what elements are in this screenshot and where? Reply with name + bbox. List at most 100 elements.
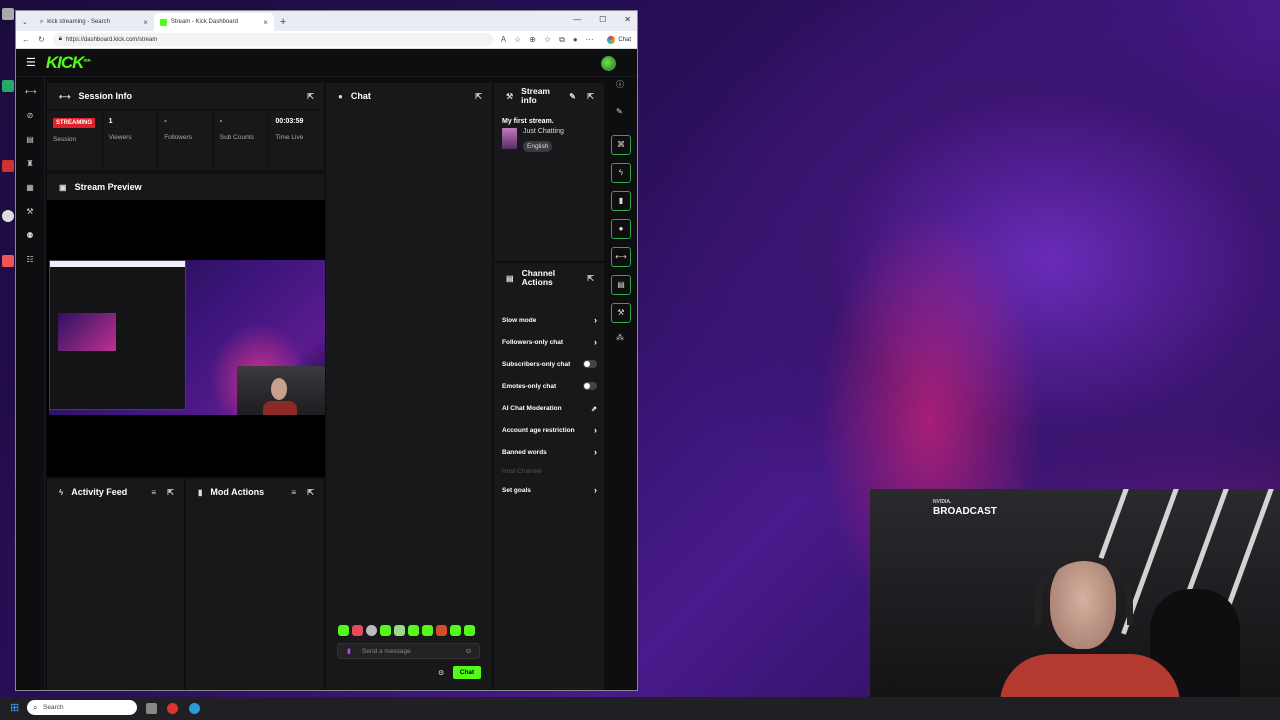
popout-icon[interactable]: ⇱ (587, 92, 594, 101)
external-link-icon: ⇗ (591, 406, 597, 413)
rail-button-shield[interactable]: ▮ (611, 191, 631, 211)
task-view-icon[interactable] (146, 703, 157, 714)
action-banned-words[interactable]: Banned words › (502, 447, 597, 457)
app-icon[interactable] (167, 703, 178, 714)
tools-nav-icon[interactable]: ⚒ (25, 207, 35, 217)
preview-webcam (237, 366, 325, 415)
desktop-icon[interactable] (2, 80, 14, 92)
emote[interactable] (352, 625, 363, 636)
desktop-icon-obs[interactable] (2, 210, 14, 222)
kick-dashboard: ☰ KICKBETA ⟷ ⊘ ▤ ♜ ▦ ⚒ ⚉ ☷ ⟷ Session Inf… (16, 49, 637, 690)
clips-nav-icon[interactable]: ▦ (25, 183, 35, 193)
emote[interactable] (436, 625, 447, 636)
read-aloud-icon[interactable]: A (501, 35, 506, 44)
mic-icon[interactable]: ▮ (347, 647, 351, 655)
community-nav-icon[interactable]: ⚉ (25, 231, 35, 241)
chat-input[interactable]: ▮ Send a message ☺ (337, 643, 480, 659)
maximize-button[interactable]: ☐ (599, 15, 606, 24)
trophy-nav-icon[interactable]: ♜ (25, 159, 35, 169)
action-account-age[interactable]: Account age restriction › (502, 425, 597, 435)
popout-icon[interactable]: ⇱ (167, 488, 174, 497)
action-set-goals[interactable]: Set goals › (502, 485, 597, 495)
avatar[interactable] (601, 56, 616, 71)
panel-header: ϟ Activity Feed ≡ ⇱ (47, 479, 184, 505)
copilot-chat-button[interactable]: Chat (607, 35, 631, 44)
edge-icon[interactable] (189, 703, 200, 714)
tab-search[interactable]: ⌕ kick streaming - Search × (34, 13, 154, 31)
rail-button-wrench[interactable]: ⚒ (611, 303, 631, 323)
close-icon[interactable]: × (263, 18, 268, 27)
popout-icon[interactable]: ⇱ (307, 488, 314, 497)
emote[interactable] (408, 625, 419, 636)
windows-start-icon[interactable]: ⊞ (10, 701, 19, 714)
tab-kick-dashboard[interactable]: Stream - Kick Dashboard × (153, 13, 274, 31)
emote[interactable] (394, 625, 405, 636)
stream-nav-icon[interactable]: ⟷ (25, 87, 36, 97)
tab-label: Stream - Kick Dashboard (170, 19, 238, 25)
close-icon[interactable]: × (143, 18, 148, 27)
taskbar-search[interactable]: Search (27, 700, 137, 715)
rail-button-lightning[interactable]: ϟ (611, 163, 631, 183)
rail-button-qr[interactable]: ⌘ (611, 135, 631, 155)
add-widget-icon[interactable]: ⁂ (616, 333, 624, 342)
favorites-icon[interactable]: ☆ (544, 35, 551, 44)
info-icon[interactable]: ⓘ (616, 79, 624, 90)
refresh-icon[interactable]: ↻ (38, 35, 45, 44)
favorite-star-icon[interactable]: ☆ (514, 35, 521, 44)
collections-icon[interactable]: ⧉ (559, 35, 565, 45)
kick-logo[interactable]: KICKBETA (46, 53, 91, 73)
tab-list-icon[interactable]: ⌄ (22, 18, 28, 26)
stat-value: 1 (108, 118, 113, 125)
action-slow-mode[interactable]: Slow mode › (502, 315, 597, 325)
extensions-icon[interactable]: ⊕ (529, 35, 536, 44)
emoji-icon[interactable]: ☺ (465, 648, 472, 655)
tab-bar: ⌄ ⌕ kick streaming - Search × Stream - K… (16, 11, 637, 31)
emote[interactable] (464, 625, 475, 636)
emotes-only-toggle[interactable] (583, 382, 597, 390)
back-icon[interactable]: ← (22, 35, 30, 44)
edit-pencil-icon[interactable]: ✎ (616, 107, 623, 116)
desktop-icon[interactable] (2, 255, 14, 267)
filter-icon[interactable]: ≡ (291, 488, 296, 497)
action-label: Set goals (502, 487, 531, 494)
chevron-right-icon: › (594, 425, 597, 435)
emote[interactable] (380, 625, 391, 636)
popout-icon[interactable]: ⇱ (475, 92, 482, 101)
panel-title: Channel Actions (522, 269, 556, 287)
rail-button-chat[interactable]: ● (611, 219, 631, 239)
stat-time-live: 00:03:59 Time Live (269, 110, 324, 171)
emote[interactable] (450, 625, 461, 636)
copilot-label: Chat (618, 36, 631, 43)
rail-button-session[interactable]: ⟷ (611, 247, 631, 267)
more-icon[interactable]: ⋯ (586, 35, 594, 44)
close-window-button[interactable]: ✕ (624, 15, 631, 24)
chat-settings-icon[interactable]: ⚙ (438, 669, 444, 677)
subscribers-only-toggle[interactable] (583, 360, 597, 368)
stream-preview-video[interactable] (47, 200, 325, 477)
stat-label: Followers (164, 134, 192, 141)
chat-send-button[interactable]: Chat (453, 666, 481, 679)
wrench-icon: ⚒ (506, 91, 514, 101)
minimize-button[interactable]: — (573, 15, 581, 24)
emote[interactable] (338, 625, 349, 636)
profile-icon[interactable]: ● (573, 35, 578, 44)
rail-button-actions[interactable]: ▤ (611, 275, 631, 295)
settings-nav-icon[interactable]: ☷ (25, 255, 35, 265)
address-bar[interactable]: 🔒︎ https://dashboard.kick.com/stream (52, 33, 493, 46)
action-ai-moderation[interactable]: AI Chat Moderation ⇗ (502, 405, 597, 413)
chat-bubble-icon: ● (338, 91, 343, 101)
desktop-icon-recycle[interactable] (2, 8, 14, 20)
analytics-nav-icon[interactable]: ▤ (25, 135, 35, 145)
desktop-icon[interactable] (2, 160, 14, 172)
emote[interactable] (366, 625, 377, 636)
action-followers-only[interactable]: Followers-only chat › (502, 337, 597, 347)
popout-icon[interactable]: ⇱ (307, 92, 314, 101)
popout-icon[interactable]: ⇱ (587, 274, 594, 283)
actions-icon: ▤ (506, 273, 514, 283)
link-nav-icon[interactable]: ⊘ (25, 111, 35, 121)
edit-pencil-icon[interactable]: ✎ (569, 92, 576, 101)
menu-icon[interactable]: ☰ (26, 56, 36, 69)
emote[interactable] (422, 625, 433, 636)
filter-icon[interactable]: ≡ (151, 488, 156, 497)
new-tab-button[interactable]: + (280, 16, 286, 28)
